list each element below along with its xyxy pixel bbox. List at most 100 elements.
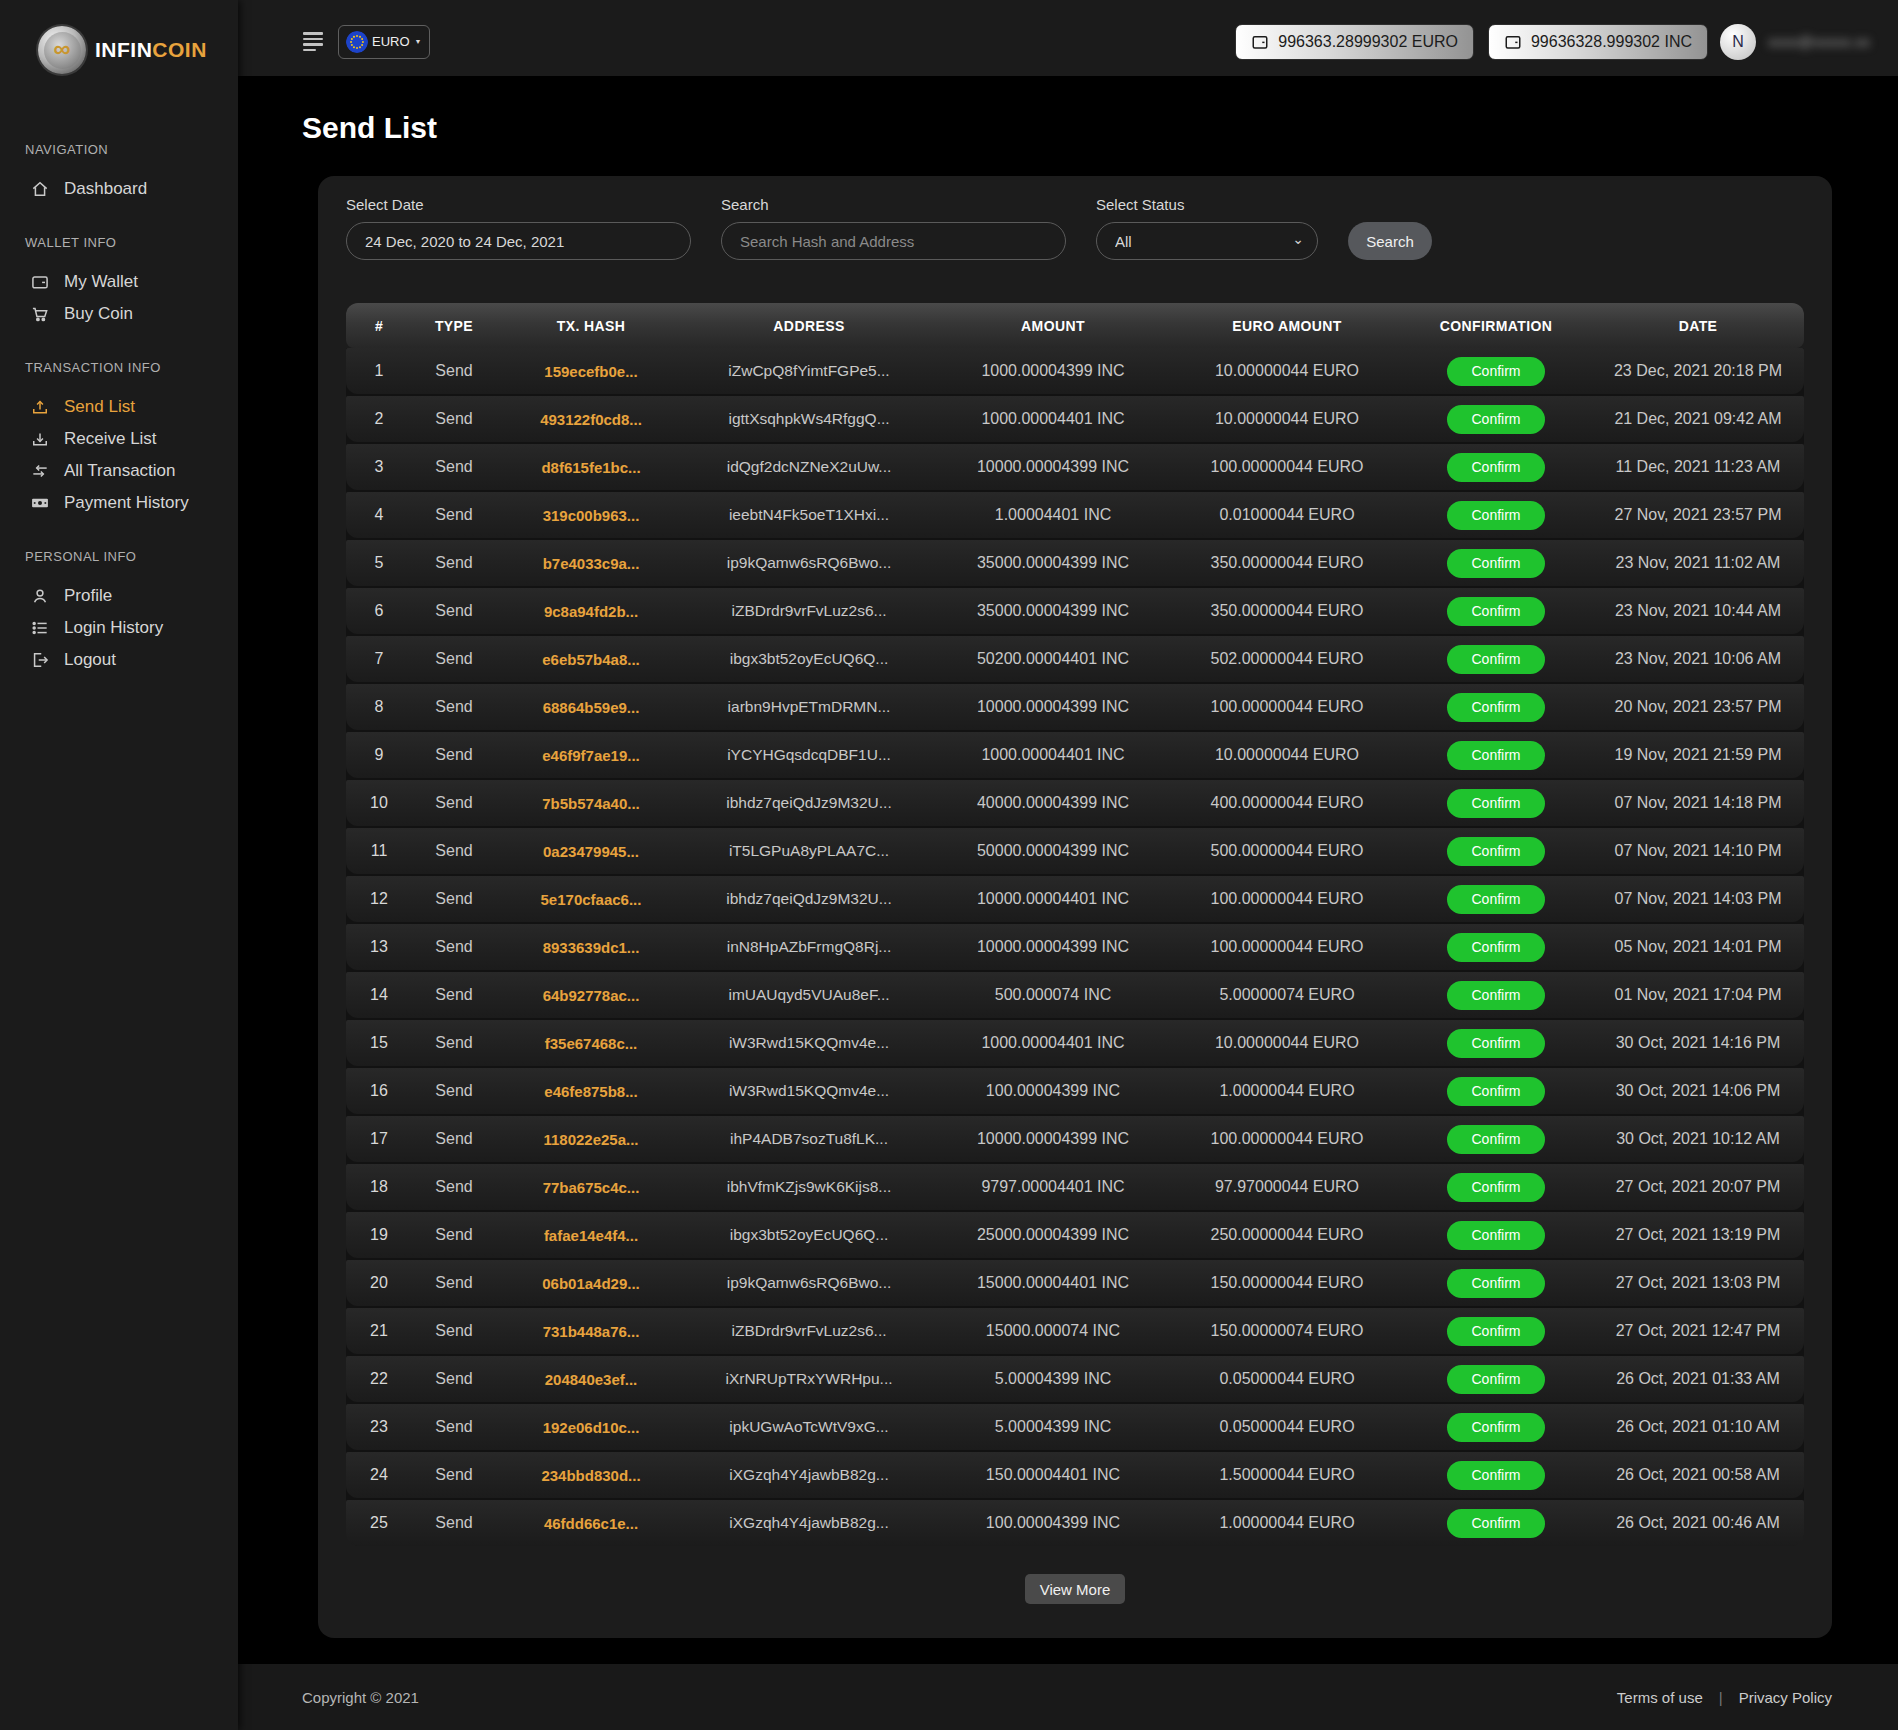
confirm-button[interactable]: Confirm [1447, 837, 1544, 866]
sidebar-item-login-history[interactable]: Login History [0, 612, 238, 644]
row-type: Send [412, 1034, 496, 1052]
confirm-button[interactable]: Confirm [1447, 1509, 1544, 1538]
row-number: 1 [346, 362, 412, 380]
sidebar-item-payment-history[interactable]: Payment History [0, 487, 238, 519]
sidebar-item-receive-list[interactable]: Receive List [0, 423, 238, 455]
confirm-button[interactable]: Confirm [1447, 1317, 1544, 1346]
sidebar-item-send-list[interactable]: Send List [0, 391, 238, 423]
row-tx-hash[interactable]: 64b92778ac... [496, 987, 686, 1004]
sidebar-item-profile[interactable]: Profile [0, 580, 238, 612]
brand[interactable]: ∞ INFINCOIN [0, 0, 238, 74]
confirm-button[interactable]: Confirm [1447, 453, 1544, 482]
row-tx-hash[interactable]: 8933639dc1... [496, 939, 686, 956]
row-tx-hash[interactable]: 319c00b963... [496, 507, 686, 524]
confirm-button[interactable]: Confirm [1447, 501, 1544, 530]
row-tx-hash[interactable]: 118022e25a... [496, 1131, 686, 1148]
confirm-button[interactable]: Confirm [1447, 933, 1544, 962]
sidebar-item-label: Buy Coin [64, 304, 133, 324]
confirm-button[interactable]: Confirm [1447, 549, 1544, 578]
privacy-link[interactable]: Privacy Policy [1739, 1689, 1832, 1706]
row-tx-hash[interactable]: 77ba675c4c... [496, 1179, 686, 1196]
search-button[interactable]: Search [1348, 222, 1432, 260]
row-tx-hash[interactable]: 06b01a4d29... [496, 1275, 686, 1292]
copyright-text: Copyright © 2021 [302, 1689, 419, 1706]
row-euro-amount: 0.05000044 EURO [1174, 1418, 1400, 1436]
row-address: iarbn9HvpETmDRMN... [686, 698, 932, 716]
row-tx-hash[interactable]: 5e170cfaac6... [496, 891, 686, 908]
table-row: 15 Send f35e67468c... iW3Rwd15KQQmv4e...… [346, 1020, 1804, 1066]
confirm-button[interactable]: Confirm [1447, 597, 1544, 626]
confirm-button[interactable]: Confirm [1447, 1269, 1544, 1298]
row-tx-hash[interactable]: e46fe875b8... [496, 1083, 686, 1100]
row-tx-hash[interactable]: fafae14e4f4... [496, 1227, 686, 1244]
row-type: Send [412, 458, 496, 476]
row-tx-hash[interactable]: f35e67468c... [496, 1035, 686, 1052]
row-date: 26 Oct, 2021 00:46 AM [1592, 1514, 1804, 1532]
select-date-label: Select Date [346, 196, 691, 213]
row-type: Send [412, 1178, 496, 1196]
row-tx-hash[interactable]: 192e06d10c... [496, 1419, 686, 1436]
row-type: Send [412, 890, 496, 908]
row-euro-amount: 5.00000074 EURO [1174, 986, 1400, 1004]
row-tx-hash[interactable]: 204840e3ef... [496, 1371, 686, 1388]
row-type: Send [412, 650, 496, 668]
currency-dropdown[interactable]: EURO ▼ [338, 25, 430, 59]
row-tx-hash[interactable]: 234bbd830d... [496, 1467, 686, 1484]
confirm-button[interactable]: Confirm [1447, 1125, 1544, 1154]
euro-balance-button[interactable]: 996363.28999302 EURO [1235, 24, 1474, 60]
row-tx-hash[interactable]: e46f9f7ae19... [496, 747, 686, 764]
row-tx-hash[interactable]: d8f615fe1bc... [496, 459, 686, 476]
confirm-button[interactable]: Confirm [1447, 693, 1544, 722]
status-select[interactable]: All [1096, 222, 1318, 260]
row-address: iZwCpQ8fYimtFGPe5... [686, 362, 932, 380]
confirm-button[interactable]: Confirm [1447, 1365, 1544, 1394]
row-tx-hash[interactable]: 9c8a94fd2b... [496, 603, 686, 620]
inc-balance-button[interactable]: 99636328.999302 INC [1488, 24, 1708, 60]
confirm-button[interactable]: Confirm [1447, 645, 1544, 674]
confirm-button[interactable]: Confirm [1447, 741, 1544, 770]
confirm-button[interactable]: Confirm [1447, 1077, 1544, 1106]
row-number: 10 [346, 794, 412, 812]
sidebar-item-label: Receive List [64, 429, 157, 449]
confirm-button[interactable]: Confirm [1447, 885, 1544, 914]
sidebar-item-label: Profile [64, 586, 112, 606]
row-tx-hash[interactable]: 7b5b574a40... [496, 795, 686, 812]
confirm-button[interactable]: Confirm [1447, 1173, 1544, 1202]
confirm-button[interactable]: Confirm [1447, 405, 1544, 434]
sidebar-item-dashboard[interactable]: Dashboard [0, 173, 238, 205]
confirm-button[interactable]: Confirm [1447, 789, 1544, 818]
confirm-button[interactable]: Confirm [1447, 981, 1544, 1010]
confirm-button[interactable]: Confirm [1447, 1461, 1544, 1490]
row-amount: 15000.000074 INC [932, 1322, 1174, 1340]
terms-link[interactable]: Terms of use [1617, 1689, 1703, 1706]
sidebar-item-logout[interactable]: Logout [0, 644, 238, 676]
confirm-button[interactable]: Confirm [1447, 1413, 1544, 1442]
row-type: Send [412, 602, 496, 620]
sidebar-item-all-transaction[interactable]: All Transaction [0, 455, 238, 487]
sidebar-item-buy-coin[interactable]: Buy Coin [0, 298, 238, 330]
row-tx-hash[interactable]: 493122f0cd8... [496, 411, 686, 428]
confirm-button[interactable]: Confirm [1447, 1221, 1544, 1250]
sidebar-item-my-wallet[interactable]: My Wallet [0, 266, 238, 298]
search-input[interactable] [721, 222, 1066, 260]
date-range-input[interactable] [346, 222, 691, 260]
sidebar-section-label: NAVIGATION [25, 142, 238, 157]
row-tx-hash[interactable]: e6eb57b4a8... [496, 651, 686, 668]
row-address: iW3Rwd15KQQmv4e... [686, 1034, 932, 1052]
row-tx-hash[interactable]: 68864b59e9... [496, 699, 686, 716]
row-tx-hash[interactable]: 46fdd66c1e... [496, 1515, 686, 1532]
avatar[interactable]: N [1720, 24, 1756, 60]
row-address: iYCYHGqsdcqDBF1U... [686, 746, 932, 764]
row-tx-hash[interactable]: 0a23479945... [496, 843, 686, 860]
row-tx-hash[interactable]: b7e4033c9a... [496, 555, 686, 572]
row-tx-hash[interactable]: 159ecefb0e... [496, 363, 686, 380]
view-more-button[interactable]: View More [1025, 1574, 1126, 1604]
table-row: 20 Send 06b01a4d29... ip9kQamw6sRQ6Bwo..… [346, 1260, 1804, 1306]
row-address: ip9kQamw6sRQ6Bwo... [686, 554, 932, 572]
confirm-button[interactable]: Confirm [1447, 357, 1544, 386]
confirm-button[interactable]: Confirm [1447, 1029, 1544, 1058]
table-row: 12 Send 5e170cfaac6... ibhdz7qeiQdJz9M32… [346, 876, 1804, 922]
row-tx-hash[interactable]: 731b448a76... [496, 1323, 686, 1340]
row-address: ibgx3bt52oyEcUQ6Q... [686, 1226, 932, 1244]
hamburger-menu-icon[interactable] [303, 32, 323, 51]
